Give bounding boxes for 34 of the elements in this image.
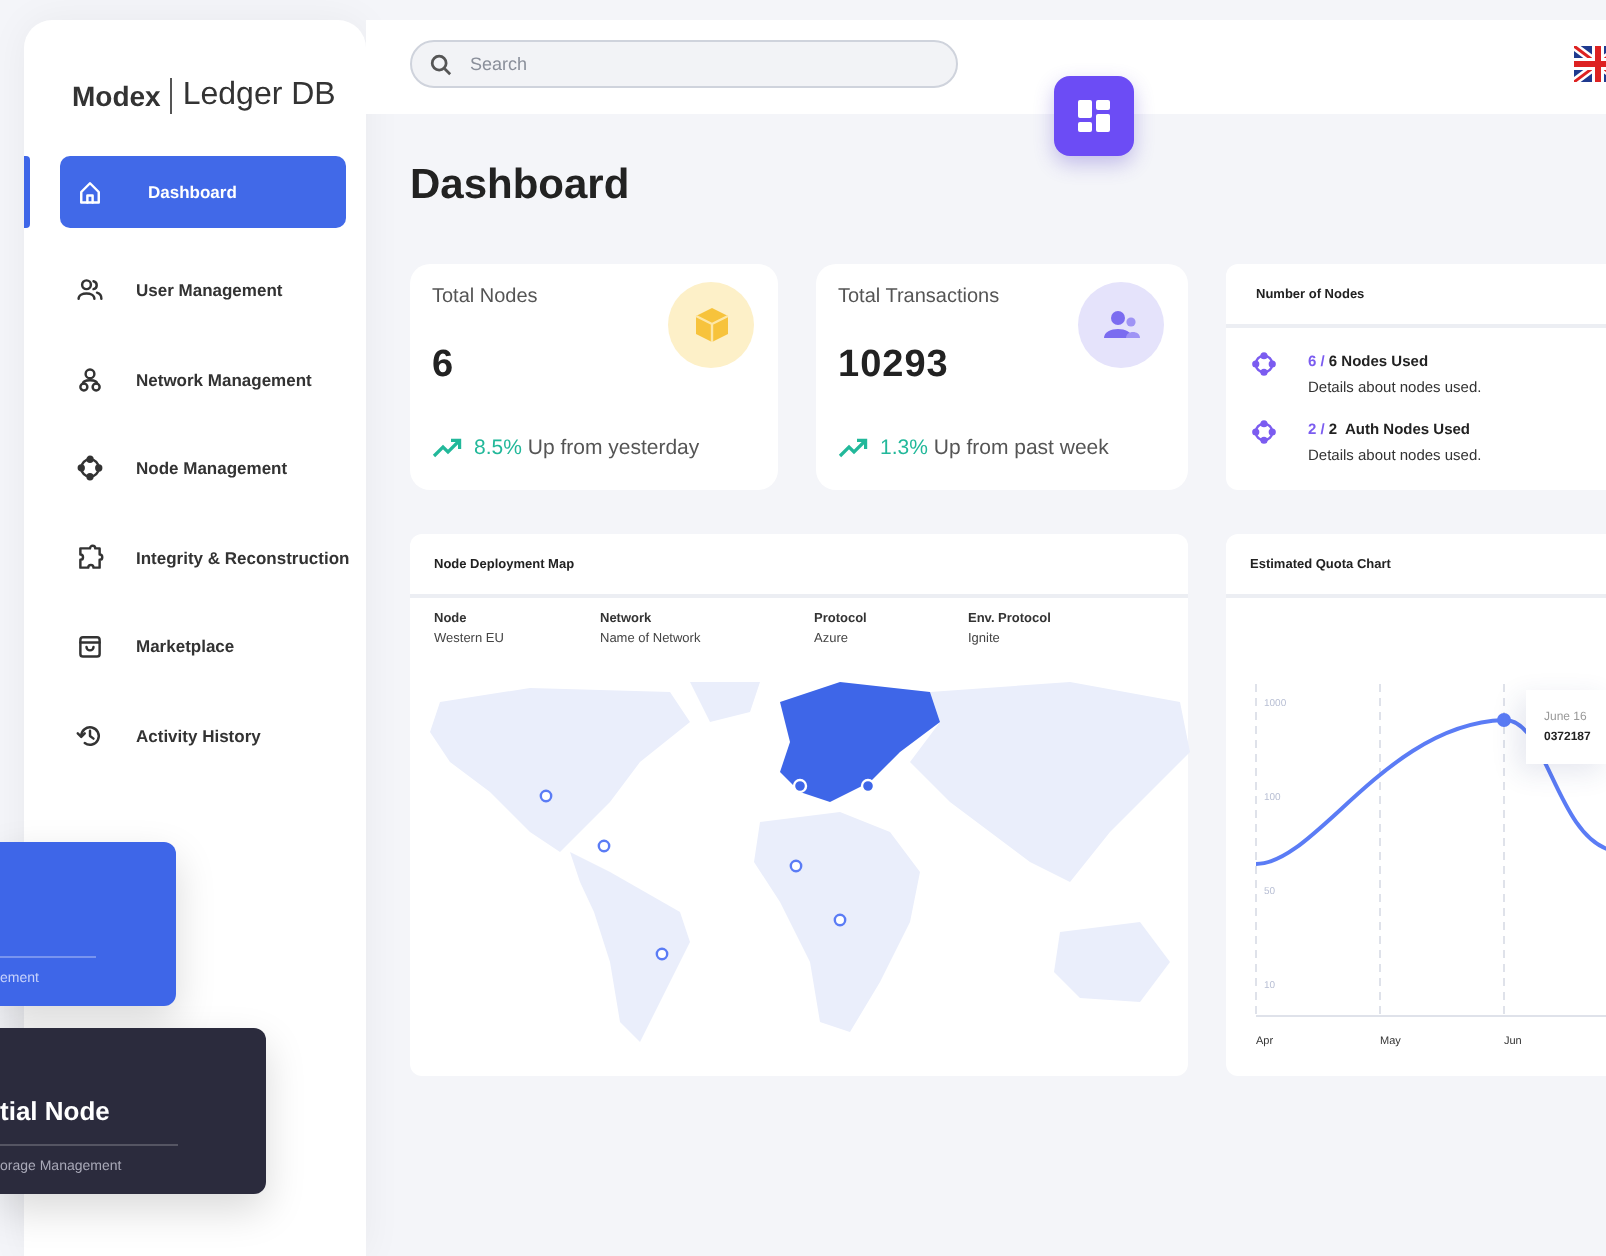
promo-title: tial Node: [0, 1096, 112, 1130]
search-icon: [430, 54, 452, 76]
stat-value: 10293: [838, 344, 949, 388]
search-field[interactable]: Search: [410, 40, 958, 88]
stat-change: 1.3% Up from past week: [880, 436, 1109, 460]
sidebar-item[interactable]: Marketplace: [60, 610, 346, 683]
data-point: [1497, 713, 1511, 727]
node-ring-icon: [1252, 352, 1276, 376]
stat-title: Total Nodes: [432, 286, 538, 308]
sidebar-item[interactable]: Integrity & Reconstruction: [60, 521, 346, 594]
page-title: Dashboard: [410, 160, 632, 212]
puzzle-icon: [76, 543, 104, 572]
sidebar-item[interactable]: Activity History: [60, 699, 346, 772]
stat-value: 6: [432, 344, 455, 388]
dashboard-button[interactable]: [1054, 76, 1134, 156]
home-icon: [76, 178, 104, 206]
sidebar-item[interactable]: Network Management: [60, 343, 346, 416]
trend-up-icon: [838, 438, 868, 458]
node-ring-icon: [1252, 420, 1276, 444]
product-name: Ledger DB: [182, 78, 336, 114]
sidebar-item[interactable]: Dashboard: [60, 156, 346, 228]
active-indicator: [24, 156, 30, 228]
history-icon: [76, 721, 104, 750]
people-network-icon: [76, 365, 104, 394]
bag-icon: [76, 632, 104, 661]
sidebar-item[interactable]: Node Management: [60, 432, 346, 505]
stat-title: Total Transactions: [838, 286, 1000, 308]
stat-change: 8.5% Up from yesterday: [474, 436, 700, 460]
trend-up-icon: [432, 438, 462, 458]
users-icon: [76, 276, 104, 305]
sidebar-item[interactable]: User Management: [60, 254, 346, 327]
grid-icon: [1076, 98, 1112, 134]
brand-logo: Modex: [72, 80, 161, 112]
node-ring-icon: [76, 454, 104, 483]
